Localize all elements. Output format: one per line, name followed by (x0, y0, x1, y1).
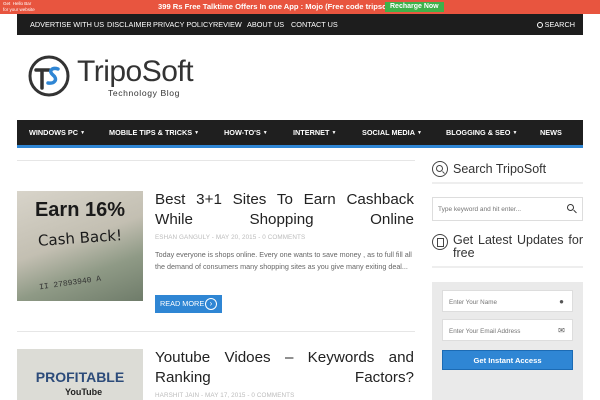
thumb-subline: Cash Back! (37, 226, 123, 250)
top-nav-disclaimer[interactable]: DISCLAIMER (107, 14, 152, 35)
chevron-down-icon: ▼ (416, 130, 422, 136)
search-icon (432, 161, 448, 177)
divider (17, 331, 415, 332)
nav-label: SOCIAL MEDIA (362, 128, 415, 137)
nav-accent-line (17, 145, 583, 148)
thumb-headline: Earn 16% (34, 199, 126, 221)
nav-item-blogging-seo[interactable]: BLOGGING & SEO ▼ (446, 120, 517, 145)
thumb-subline: YouTube (65, 387, 103, 397)
signup-form: ● ✉ Get Instant Access (432, 282, 583, 400)
chevron-down-icon: ▼ (80, 130, 86, 136)
post-meta: ESHAN GANGULY - MAY 20, 2015 - 0 COMMENT… (155, 234, 306, 241)
name-field-wrap: ● (442, 290, 573, 313)
envelope-icon: ✉ (558, 326, 565, 335)
top-nav-about-us[interactable]: ABOUT US (247, 14, 284, 35)
search-icon (536, 22, 543, 28)
read-more-button[interactable]: READ MORE › (155, 295, 222, 313)
chevron-down-icon: ▼ (512, 130, 518, 136)
updates-widget-title: Get Latest Updates for free (453, 233, 583, 260)
email-field[interactable] (443, 321, 553, 342)
site-logo[interactable]: TripoSoft Technology Blog (27, 52, 227, 104)
hello-bar: Get Hello Bar for your website 399 Rs Fr… (0, 0, 600, 14)
logo-ts-icon (28, 55, 70, 97)
nav-item-how-tos[interactable]: HOW-TO'S ▼ (224, 120, 268, 145)
nav-item-social-media[interactable]: SOCIAL MEDIA ▼ (362, 120, 422, 145)
top-nav-review[interactable]: REVIEW (213, 14, 242, 35)
nav-label: BLOGGING & SEO (446, 128, 511, 137)
widget-divider (432, 266, 583, 268)
email-field-wrap: ✉ (442, 319, 573, 342)
logo-tagline: Technology Blog (108, 88, 181, 98)
post-title[interactable]: Youtube Vidoes – Keywords and Ranking Fa… (155, 348, 414, 388)
divider (17, 160, 415, 161)
nav-item-internet[interactable]: INTERNET ▼ (293, 120, 336, 145)
widget-divider (432, 182, 583, 184)
get-instant-access-button[interactable]: Get Instant Access (442, 350, 573, 370)
thumb-serial: II 27893940 A (38, 274, 102, 293)
logo-name: TripoSoft (77, 55, 194, 88)
top-nav-advertise[interactable]: ADVERTISE WITH US (30, 14, 104, 35)
read-more-label: READ MORE (160, 299, 205, 308)
nav-item-news[interactable]: NEWS (540, 120, 562, 145)
search-input[interactable] (433, 198, 553, 221)
search-widget-title: Search TripoSoft (453, 162, 547, 176)
nav-label: WINDOWS PC (29, 128, 79, 137)
top-nav-search-label: SEARCH (544, 20, 575, 29)
nav-item-windows-pc[interactable]: WINDOWS PC ▼ (29, 120, 85, 145)
document-icon (432, 234, 448, 250)
name-field[interactable] (443, 292, 553, 313)
post-excerpt: Today everyone is shops online. Every on… (155, 250, 412, 272)
nav-item-mobile-tips[interactable]: MOBILE TIPS & TRICKS ▼ (109, 120, 199, 145)
nav-label: INTERNET (293, 128, 330, 137)
post-title[interactable]: Best 3+1 Sites To Earn Cashback While Sh… (155, 190, 414, 230)
nav-label: MOBILE TIPS & TRICKS (109, 128, 193, 137)
top-nav: ADVERTISE WITH US DISCLAIMER PRIVACY POL… (17, 14, 583, 35)
hello-bar-badge[interactable]: Get Hello Bar for your website (3, 1, 35, 12)
arrow-right-icon: › (205, 298, 217, 310)
top-nav-contact-us[interactable]: CONTACT US (291, 14, 338, 35)
nav-label: HOW-TO'S (224, 128, 261, 137)
search-icon[interactable] (567, 204, 574, 211)
top-nav-privacy-policy[interactable]: PRIVACY POLICY (153, 14, 213, 35)
sidebar-search (432, 197, 583, 221)
chevron-down-icon: ▼ (262, 130, 268, 136)
nav-label: NEWS (540, 128, 562, 137)
user-icon: ● (559, 297, 564, 306)
post-meta: HARSHIT JAIN - MAY 17, 2015 - 0 COMMENTS (155, 392, 295, 399)
chevron-down-icon: ▼ (194, 130, 200, 136)
post-thumbnail[interactable]: PROFITABLE YouTube (17, 349, 143, 400)
thumb-headline: PROFITABLE (35, 369, 125, 385)
top-nav-search[interactable]: SEARCH (536, 14, 575, 35)
recharge-now-button[interactable]: Recharge Now (385, 2, 444, 12)
post-thumbnail[interactable]: Earn 16% Cash Back! II 27893940 A (17, 191, 143, 301)
main-nav: WINDOWS PC ▼ MOBILE TIPS & TRICKS ▼ HOW-TO… (17, 120, 583, 145)
hello-bar-message: 399 Rs Free Talktime Offers In one App :… (158, 2, 392, 11)
chevron-down-icon: ▼ (331, 130, 337, 136)
